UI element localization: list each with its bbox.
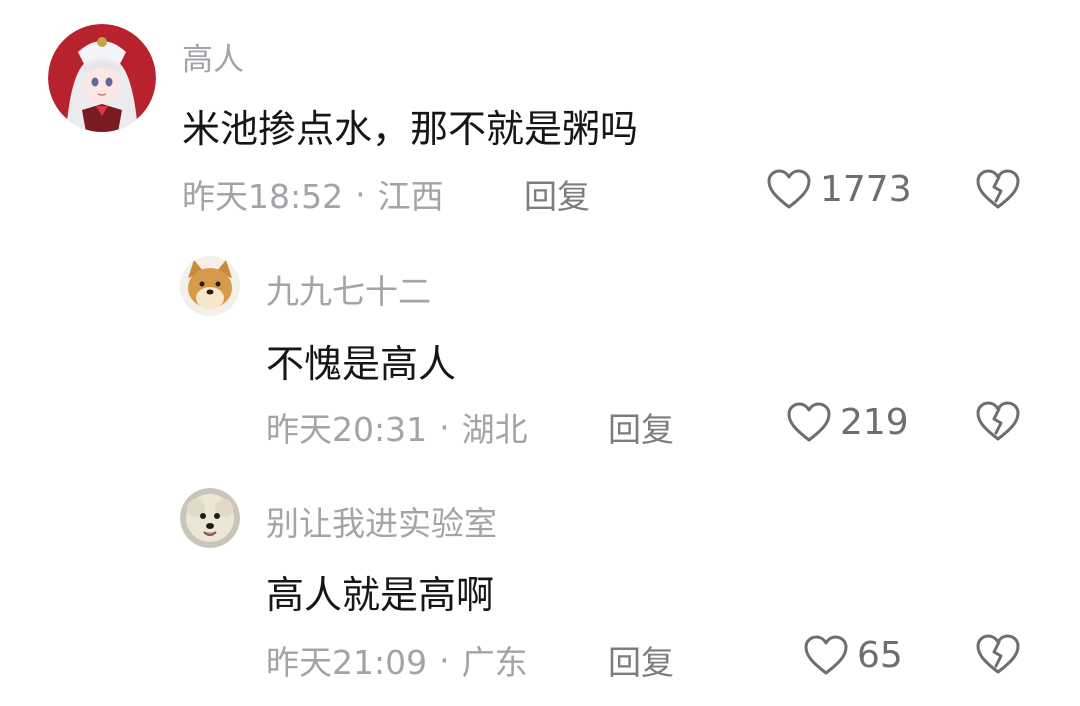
comment-location: 广东	[461, 643, 528, 682]
heart-outline-icon	[767, 169, 811, 209]
dislike-button[interactable]	[975, 168, 1021, 210]
comment-text: 高人就是高啊	[266, 573, 495, 617]
dislike-button[interactable]	[975, 400, 1021, 442]
comment-meta: 昨天21:09 · 广东	[266, 636, 528, 684]
reply-button[interactable]: 回复	[608, 636, 674, 684]
comment-time: 昨天18:52	[182, 177, 344, 216]
like-count: 219	[840, 401, 909, 443]
like-button[interactable]: 1773	[766, 168, 912, 210]
reply-button[interactable]: 回复	[524, 170, 590, 218]
poodle-dog-avatar-image	[180, 488, 240, 548]
comment-location: 湖北	[461, 410, 528, 449]
like-button[interactable]: 65	[803, 634, 903, 676]
like-count: 1773	[820, 168, 912, 210]
comment-username[interactable]: 九九七十二	[266, 265, 431, 313]
anime-girl-avatar-image	[48, 24, 156, 132]
comment-text: 不愧是高人	[266, 342, 457, 386]
comment-time: 昨天21:09	[266, 643, 428, 682]
meta-separator: ·	[439, 407, 450, 447]
avatar[interactable]	[180, 488, 240, 548]
avatar[interactable]	[48, 24, 156, 132]
broken-heart-icon	[976, 401, 1020, 441]
heart-outline-icon	[787, 402, 831, 442]
avatar[interactable]	[180, 256, 240, 316]
comment-meta: 昨天18:52 · 江西	[182, 170, 444, 218]
comment-meta: 昨天20:31 · 湖北	[266, 403, 528, 451]
broken-heart-icon	[976, 169, 1020, 209]
dislike-button[interactable]	[975, 633, 1021, 675]
meta-separator: ·	[355, 174, 366, 214]
comment-username[interactable]: 高人	[182, 34, 244, 79]
meta-separator: ·	[439, 640, 450, 680]
comment-location: 江西	[377, 177, 444, 216]
comment-time: 昨天20:31	[266, 410, 428, 449]
shiba-doge-avatar-image	[180, 256, 240, 316]
comment-text: 米池掺点水，那不就是粥吗	[182, 107, 639, 151]
heart-outline-icon	[804, 635, 848, 675]
broken-heart-icon	[976, 634, 1020, 674]
comment-username[interactable]: 别让我进实验室	[266, 497, 497, 545]
like-count: 65	[857, 634, 903, 676]
reply-button[interactable]: 回复	[608, 403, 674, 451]
like-button[interactable]: 219	[786, 401, 909, 443]
comment-item: 高人 米池掺点水，那不就是粥吗 昨天18:52 · 江西 回复 1773	[0, 0, 1080, 230]
